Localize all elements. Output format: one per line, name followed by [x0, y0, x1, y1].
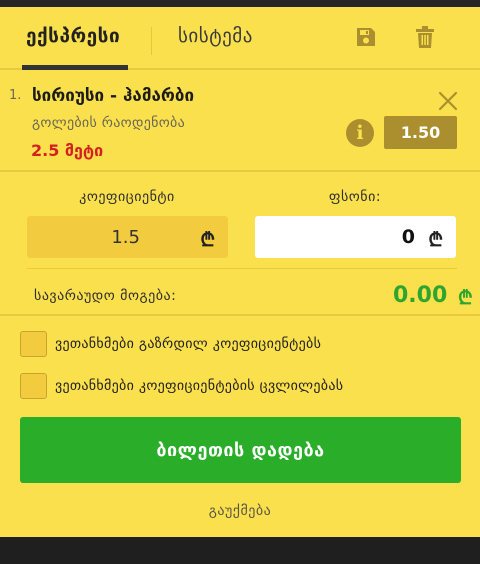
- bottom-bar: [0, 537, 480, 564]
- divider: [27, 268, 457, 269]
- tab-system[interactable]: სისტემა: [178, 25, 253, 47]
- lari-icon: ₾: [458, 287, 473, 309]
- trash-icon: [416, 26, 434, 48]
- remove-bet-button[interactable]: [436, 89, 460, 113]
- save-icon: [357, 28, 375, 46]
- accept-odds-changes-label: ვეთანხმები კოეფიციენტების ცვლილებას: [55, 378, 344, 394]
- accept-increased-odds-option[interactable]: ვეთანხმები გაზრდილ კოეფიციენტებს: [20, 331, 321, 357]
- betslip-panel: ექსპრესი სისტემა 1. სირიუსი - ჰამარბი გო…: [0, 7, 480, 537]
- possible-win-label: სავარაუდო მოგება:: [34, 288, 177, 304]
- cancel-button[interactable]: გაუქმება: [0, 503, 480, 519]
- bet-item: 1. სირიუსი - ჰამარბი გოლების რაოდენობა 2…: [0, 72, 480, 172]
- save-button[interactable]: [353, 23, 379, 51]
- bet-market: გოლების რაოდენობა: [32, 115, 186, 131]
- lari-icon: ₾: [428, 229, 443, 251]
- stake-input[interactable]: [255, 216, 415, 258]
- accept-odds-changes-option[interactable]: ვეთანხმები კოეფიციენტების ცვლილებას: [20, 373, 343, 399]
- bet-index: 1.: [9, 88, 22, 103]
- betslip-tabs: ექსპრესი სისტემა: [0, 7, 480, 70]
- accept-increased-odds-checkbox[interactable]: [20, 331, 47, 357]
- stake-label: ფსონი:: [328, 189, 382, 205]
- stake-field[interactable]: ₾: [255, 216, 456, 258]
- coefficient-label: კოეფიციენტი: [79, 189, 175, 205]
- accept-odds-changes-checkbox[interactable]: [20, 373, 47, 399]
- accept-increased-odds-label: ვეთანხმები გაზრდილ კოეფიციენტებს: [55, 336, 322, 352]
- active-tab-indicator: [22, 65, 128, 70]
- close-icon: [438, 91, 458, 111]
- coefficient-value: 1.5: [111, 227, 140, 248]
- place-bet-button[interactable]: ბილეთის დადება: [20, 417, 461, 483]
- lari-icon: ₾: [200, 229, 215, 251]
- info-icon[interactable]: i: [346, 119, 374, 147]
- odds-badge: 1.50: [384, 116, 457, 149]
- tab-divider: [151, 27, 152, 55]
- tab-express[interactable]: ექსპრესი: [26, 25, 120, 47]
- possible-win-value: 0.00: [393, 283, 448, 308]
- coefficient-field: 1.5 ₾: [27, 216, 228, 258]
- bet-event-title: სირიუსი - ჰამარბი: [32, 86, 195, 106]
- divider: [0, 314, 480, 316]
- top-bar: [0, 0, 480, 7]
- delete-button[interactable]: [412, 23, 438, 51]
- bet-outcome: 2.5 მეტი: [31, 141, 104, 160]
